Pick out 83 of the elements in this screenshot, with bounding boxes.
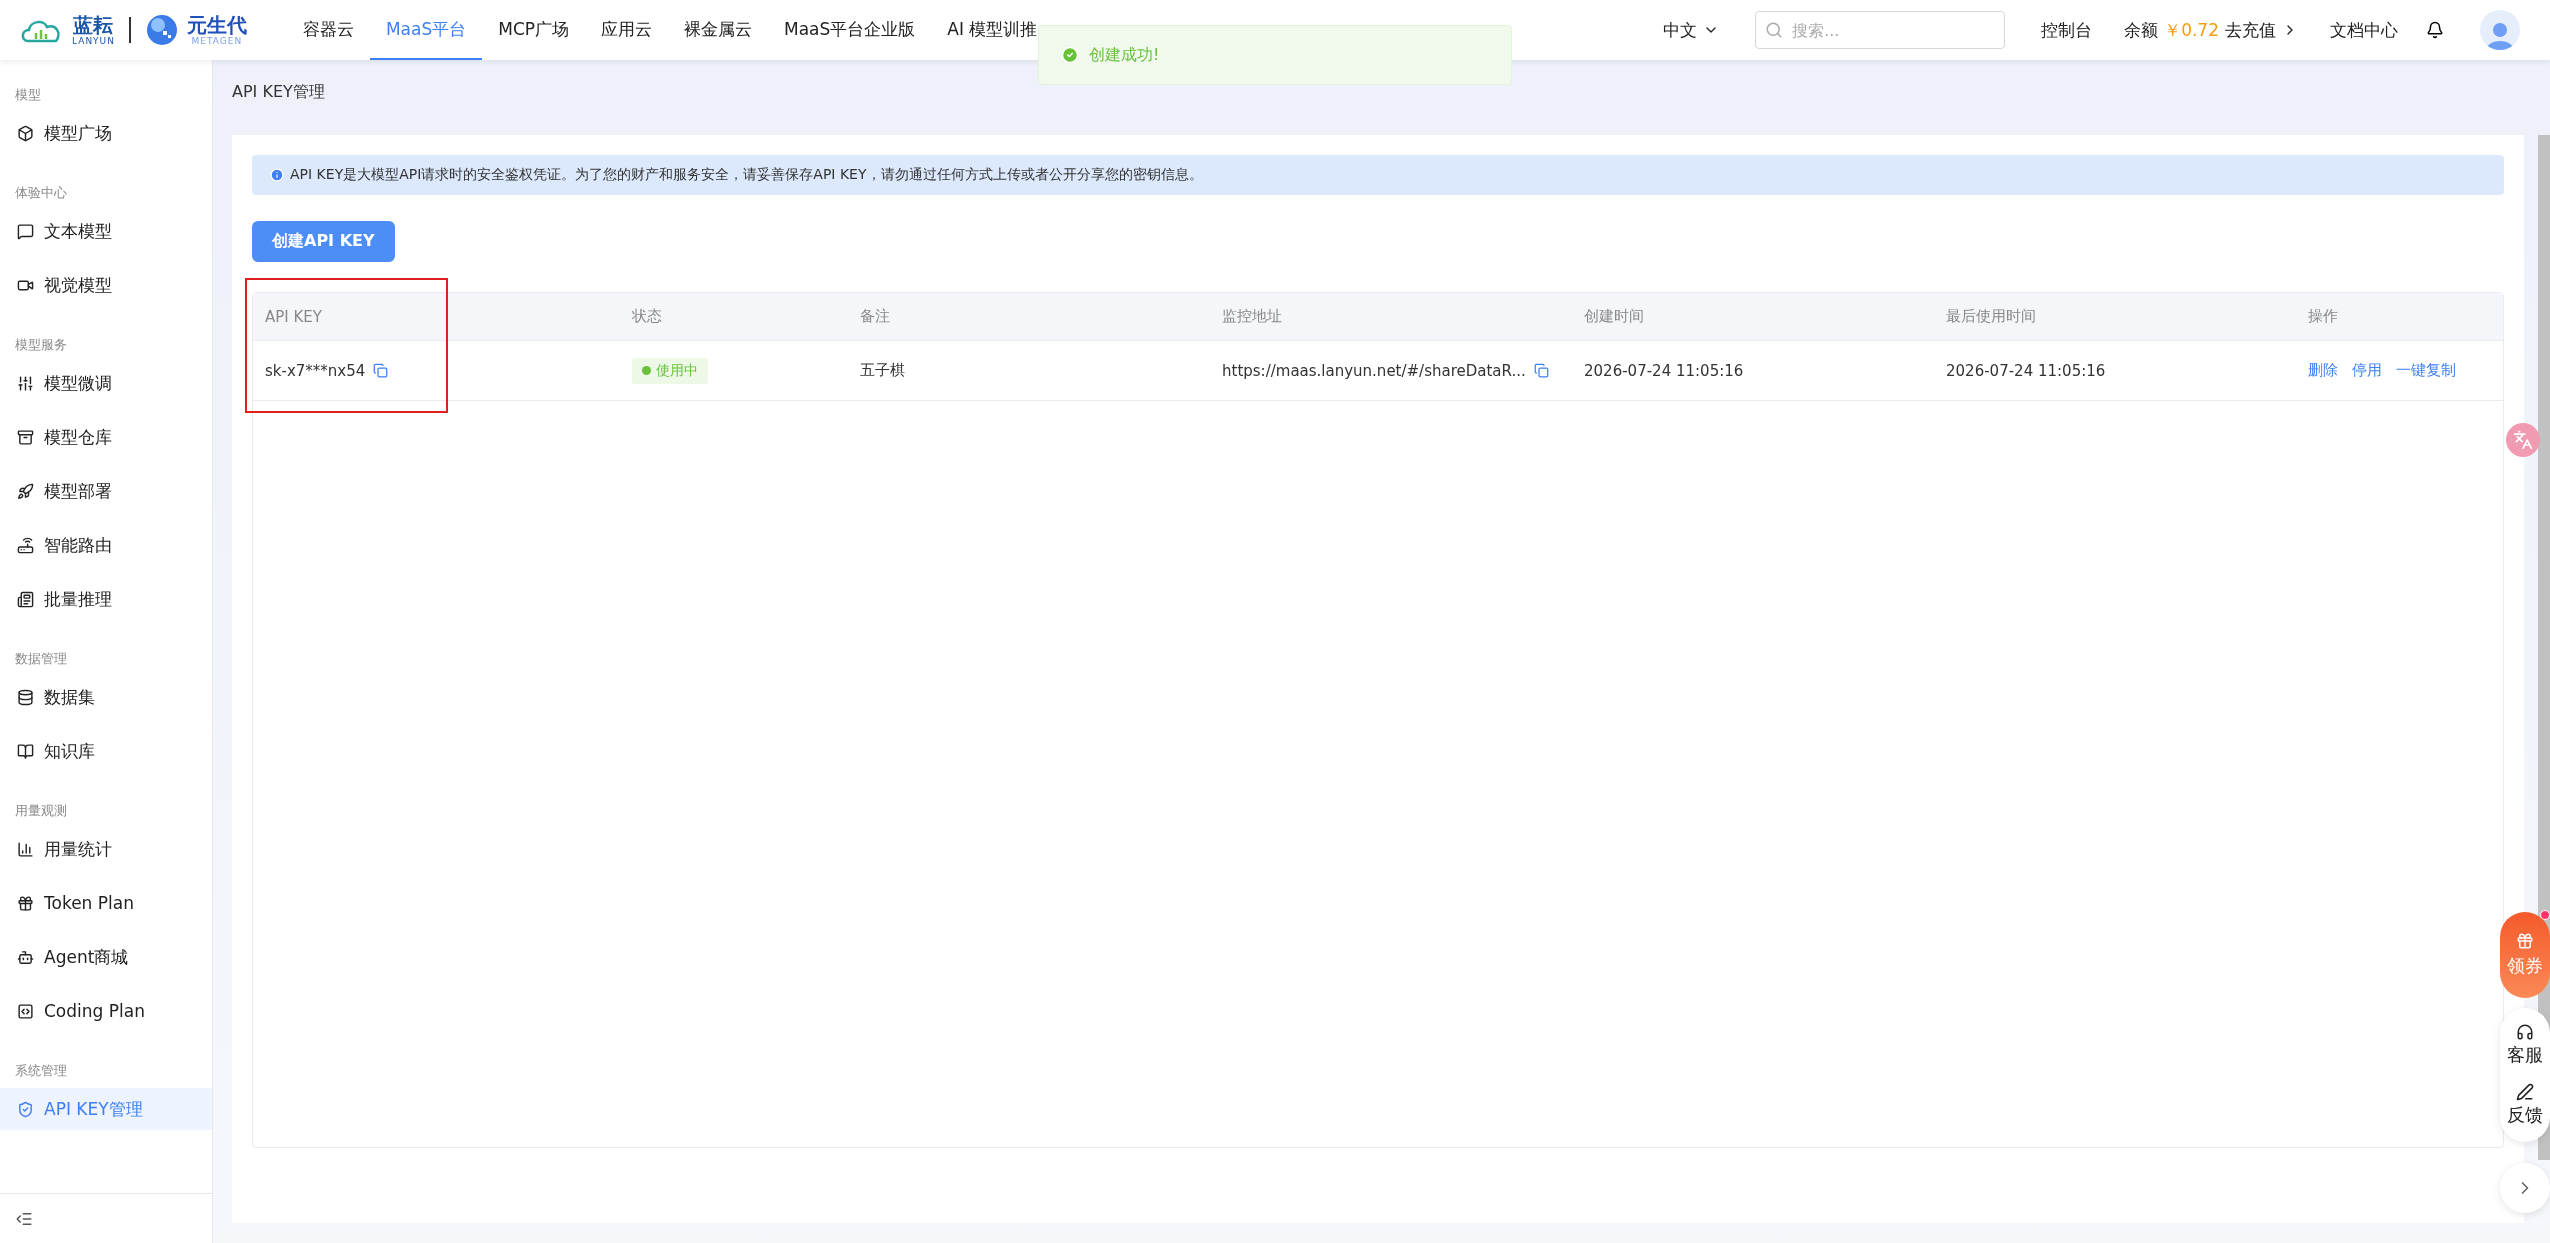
code-icon — [17, 1002, 34, 1020]
column-header: 状态 — [620, 293, 848, 341]
sphere-logo-icon — [144, 13, 179, 47]
pages-icon — [17, 590, 34, 608]
sidebar-item[interactable]: 智能路由 — [0, 524, 212, 566]
action-link[interactable]: 一键复制 — [2396, 361, 2456, 380]
sidebar-item[interactable]: 模型微调 — [0, 362, 212, 404]
sidebar-item[interactable]: 知识库 — [0, 730, 212, 772]
section-heading: 模型服务 — [14, 336, 68, 354]
sidebar-item[interactable]: 模型广场 — [0, 112, 212, 154]
table-cell: sk-x7***nx54 — [265, 361, 366, 380]
brand-subtitle: LANYUN — [72, 36, 115, 46]
gift-icon — [17, 894, 34, 912]
pen-icon — [2516, 1082, 2534, 1101]
search-icon — [1765, 21, 1784, 39]
sidebar-item[interactable]: 模型部署 — [0, 470, 212, 512]
copy-icon[interactable] — [1533, 363, 1549, 378]
feedback-button[interactable]: 反馈 — [2507, 1082, 2543, 1127]
bell-icon[interactable] — [2426, 21, 2444, 39]
action-link[interactable]: 停用 — [2352, 361, 2382, 380]
sidebar-item[interactable]: Coding Plan — [0, 990, 212, 1032]
translate-icon — [2513, 430, 2533, 450]
service-button[interactable]: 客服 — [2507, 1023, 2543, 1068]
nav-tab[interactable]: MaaS平台企业版 — [768, 0, 932, 60]
language-selector[interactable]: 中文 — [1663, 18, 1720, 42]
table-cell: 2026-07-24 11:05:16 — [1584, 361, 1744, 380]
section-heading: 用量观测 — [14, 802, 68, 820]
partner-subtitle: METAGEN — [191, 36, 243, 46]
rocket-icon — [17, 482, 34, 500]
toast-message: 创建成功! — [1089, 44, 1160, 66]
sidebar-item[interactable]: 批量推理 — [0, 578, 212, 620]
shield-icon — [17, 1100, 34, 1118]
column-header: 监控地址 — [1210, 293, 1572, 341]
check-icon — [1061, 46, 1079, 64]
nav-tab[interactable]: MCP广场 — [482, 0, 586, 60]
headset-icon — [2516, 1023, 2534, 1042]
table-cell: 2026-07-24 11:05:16 — [1946, 361, 2106, 380]
column-header: 操作 — [2296, 293, 2503, 341]
sidebar-item[interactable]: 数据集 — [0, 676, 212, 718]
sliders-icon — [17, 374, 34, 392]
sidebar-item[interactable]: Token Plan — [0, 882, 212, 924]
search-field[interactable]: 搜索... — [1755, 11, 2006, 49]
column-header: 创建时间 — [1572, 293, 1934, 341]
section-heading: 系统管理 — [14, 1062, 68, 1080]
sidebar-item[interactable]: Agent商城 — [0, 936, 212, 978]
sidebar-item[interactable]: 模型仓库 — [0, 416, 212, 458]
chat-bubble-icon — [17, 222, 34, 240]
docs-link[interactable]: 文档中心 — [2330, 18, 2398, 42]
avatar[interactable] — [2480, 10, 2520, 50]
column-header: API KEY — [253, 293, 620, 341]
nav-tab[interactable]: 应用云 — [585, 0, 669, 60]
table-cell: https://maas.lanyun.net/#/shareDataR... — [1222, 361, 1526, 380]
console-link[interactable]: 控制台 — [2041, 18, 2093, 42]
action-link[interactable]: 删除 — [2308, 361, 2338, 380]
cube-icon — [17, 124, 34, 142]
section-heading: 模型 — [14, 86, 42, 104]
sidebar-item[interactable]: 用量统计 — [0, 828, 212, 870]
sidebar-item[interactable]: API KEY管理 — [0, 1088, 212, 1130]
nav-tab[interactable]: 容器云 — [286, 0, 370, 60]
database-icon — [17, 688, 34, 706]
column-header: 最后使用时间 — [1934, 293, 2296, 341]
nav-tab[interactable]: 裸金属云 — [668, 0, 769, 60]
router-icon — [17, 536, 34, 554]
balance-link[interactable]: 余额 ￥0.72 去充值 — [2124, 18, 2298, 42]
status-tag: 使用中 — [632, 357, 708, 384]
brand-name: 蓝耘 — [73, 14, 114, 35]
section-heading: 数据管理 — [14, 650, 68, 668]
book-icon — [17, 742, 34, 760]
info-icon — [270, 168, 284, 182]
bar-chart-icon — [17, 840, 34, 858]
table-cell: 五子棋 — [860, 361, 905, 380]
sidebar-item[interactable]: 视觉模型 — [0, 264, 212, 306]
page-title: API KEY管理 — [232, 81, 326, 103]
notification-dot — [2540, 910, 2550, 920]
sidebar-item[interactable]: 文本模型 — [0, 210, 212, 252]
column-header: 备注 — [848, 293, 1210, 341]
partner-name: 元生代 — [186, 14, 247, 35]
gift-icon — [2516, 932, 2534, 950]
archive-icon — [17, 428, 34, 446]
copy-icon[interactable] — [373, 363, 389, 378]
robot-icon — [17, 948, 34, 966]
section-heading: 体验中心 — [14, 184, 68, 202]
notice-text: API KEY是大模型API请求时的安全鉴权凭证。为了您的财产和服务安全，请妥善保存API KEY，请勿通过任何方式上传或者公开分享您的密钥信息。 — [290, 166, 1203, 184]
